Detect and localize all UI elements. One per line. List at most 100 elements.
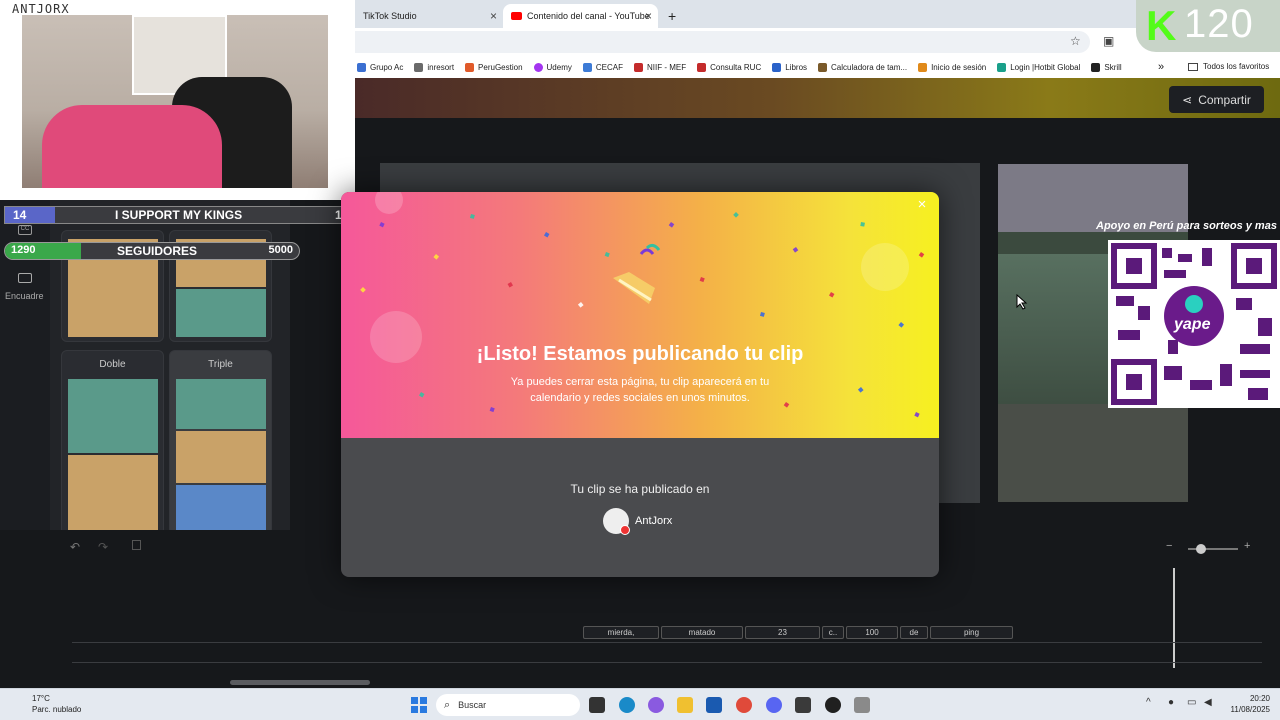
redo-icon[interactable]: ↷ (98, 540, 108, 554)
layout-thumbnail (68, 455, 158, 531)
microphone-icon[interactable]: ● (1168, 697, 1174, 708)
clock-time: 20:20 (1249, 694, 1270, 703)
star-icon[interactable]: ☆ (1070, 34, 1081, 48)
undo-icon[interactable]: ↶ (70, 540, 80, 554)
taskbar-search-input[interactable]: ⌕ Buscar (436, 694, 580, 716)
bookmark-item[interactable]: Udemy (533, 62, 572, 72)
bookmark-item[interactable]: CECAF (582, 62, 623, 72)
address-input[interactable] (355, 31, 1090, 53)
yape-label: yape (1174, 316, 1211, 333)
goal-target: 5000 (268, 244, 293, 256)
modal-hero: ¡Listo! Estamos publicando tu clip Ya pu… (341, 192, 939, 438)
volume-icon[interactable]: ◀ (1204, 697, 1212, 708)
bookmark-item[interactable]: Calculadora de tam... (818, 62, 907, 72)
bookmark-icon (465, 62, 475, 72)
discord-icon[interactable] (766, 697, 782, 713)
party-popper-icon (613, 243, 661, 304)
layout-double[interactable]: Doble (61, 350, 164, 535)
start-icon[interactable] (411, 697, 427, 713)
bookmark-item[interactable]: Grupo Ac (357, 62, 403, 72)
taskbar-clock[interactable]: 20:20 11/08/2025 (1231, 693, 1270, 715)
person-image (42, 105, 222, 188)
search-icon: ⌕ (444, 698, 451, 711)
webcam-video (22, 15, 328, 188)
share-button[interactable]: ⋖ Compartir (1169, 86, 1264, 113)
mouse-cursor-icon (1016, 294, 1028, 310)
bookmark-icon (582, 62, 592, 72)
goal-label: SEGUIDORES (117, 244, 198, 258)
goal-current: 1290 (11, 244, 36, 256)
bookmark-item[interactable]: Login |Hotbit Global (997, 62, 1080, 72)
bookmark-item[interactable]: inresort (414, 62, 454, 72)
windows-taskbar: 17°C Parc. nublado ⌕ Buscar ^ ● ▭ ◀ 20:2… (0, 688, 1280, 720)
frame-icon[interactable] (18, 273, 32, 283)
delete-icon[interactable] (132, 540, 141, 550)
close-tab-icon[interactable]: × (645, 9, 652, 23)
caption-word-chip[interactable]: de (900, 626, 928, 639)
layout-label: Triple (208, 359, 233, 370)
track-divider (72, 642, 1262, 643)
file-explorer-icon[interactable] (677, 697, 693, 713)
app-icon[interactable] (854, 697, 870, 713)
bookmark-icon (772, 62, 782, 72)
zoom-slider-handle[interactable] (1196, 544, 1206, 554)
bookmark-item[interactable]: Skrill (1091, 62, 1122, 72)
webcam-frame: ANTJORX (0, 0, 355, 200)
caption-word-chip[interactable]: c.. (822, 626, 844, 639)
store-icon[interactable] (706, 697, 722, 713)
bookmark-icon (997, 62, 1007, 72)
notepad-icon[interactable] (795, 697, 811, 713)
bookmark-icon (533, 62, 543, 72)
close-icon[interactable]: × (913, 196, 931, 214)
published-channel[interactable]: AntJorx (603, 508, 672, 535)
share-icon: ⋖ (1182, 92, 1193, 107)
timeline-scrollbar[interactable] (230, 680, 370, 685)
bookmarks-overflow-button[interactable]: » (1158, 61, 1164, 73)
zoom-in-icon[interactable]: + (1244, 540, 1250, 552)
task-view-icon[interactable] (589, 697, 605, 713)
bookmark-icon (697, 62, 707, 72)
zoom-out-icon[interactable]: − (1166, 540, 1172, 552)
layout-thumbnail (68, 379, 158, 453)
bookmark-item[interactable]: NIIF - MEF (633, 62, 686, 72)
zoom-slider[interactable] (1188, 544, 1238, 554)
caption-word-chip[interactable]: 23 (745, 626, 820, 639)
chevron-up-icon[interactable]: ^ (1146, 697, 1151, 708)
goal-label: I SUPPORT MY KINGS (115, 208, 243, 222)
bookmark-item[interactable]: Libros (772, 62, 807, 72)
obs-icon[interactable] (825, 697, 841, 713)
layout-thumbnail (176, 379, 266, 429)
bookmark-icon (633, 62, 643, 72)
caption-word-chip[interactable]: 100 (846, 626, 898, 639)
layout-thumbnail (176, 289, 266, 337)
caption-word-chip[interactable]: matado (661, 626, 743, 639)
caption-word-chip[interactable]: ping (930, 626, 1013, 639)
tab-youtube-content[interactable]: Contenido del canal - YouTube × (503, 4, 658, 28)
clock-date: 11/08/2025 (1230, 705, 1270, 714)
weather-widget[interactable]: 17°C Parc. nublado (14, 693, 81, 715)
goal-bar-support: 14 I SUPPORT MY KINGS 100 (4, 206, 362, 224)
rail-label-frame: Encuadre (5, 291, 44, 301)
close-tab-icon[interactable]: × (490, 9, 497, 23)
caption-word-chip[interactable]: mierda, (583, 626, 659, 639)
all-bookmarks-button[interactable]: Todos los favoritos (1188, 62, 1269, 71)
tab-tiktok-studio[interactable]: TikTok Studio × (355, 4, 503, 28)
captions-icon[interactable]: CC (18, 225, 32, 235)
track-divider (72, 662, 1262, 663)
new-tab-button[interactable]: + (660, 4, 684, 28)
playhead[interactable] (1173, 568, 1175, 668)
modal-subtitle: Ya puedes cerrar esta página, tu clip ap… (510, 376, 770, 404)
bookmark-item[interactable]: Consulta RUC (697, 62, 761, 72)
chrome-icon[interactable] (736, 697, 752, 713)
bookmark-item[interactable]: Inicio de sesión (918, 62, 986, 72)
copilot-icon[interactable] (648, 697, 664, 713)
bookmark-icon (414, 62, 424, 72)
edge-icon[interactable] (619, 697, 635, 713)
bookmark-icon (918, 62, 928, 72)
extension-icon[interactable]: ▣ (1103, 34, 1114, 48)
bookmark-item[interactable]: PeruGestion (465, 62, 523, 72)
network-icon[interactable]: ▭ (1187, 697, 1196, 708)
folder-icon (1188, 62, 1198, 71)
publish-success-modal: ¡Listo! Estamos publicando tu clip Ya pu… (341, 192, 939, 577)
layout-triple[interactable]: Triple (169, 350, 272, 535)
